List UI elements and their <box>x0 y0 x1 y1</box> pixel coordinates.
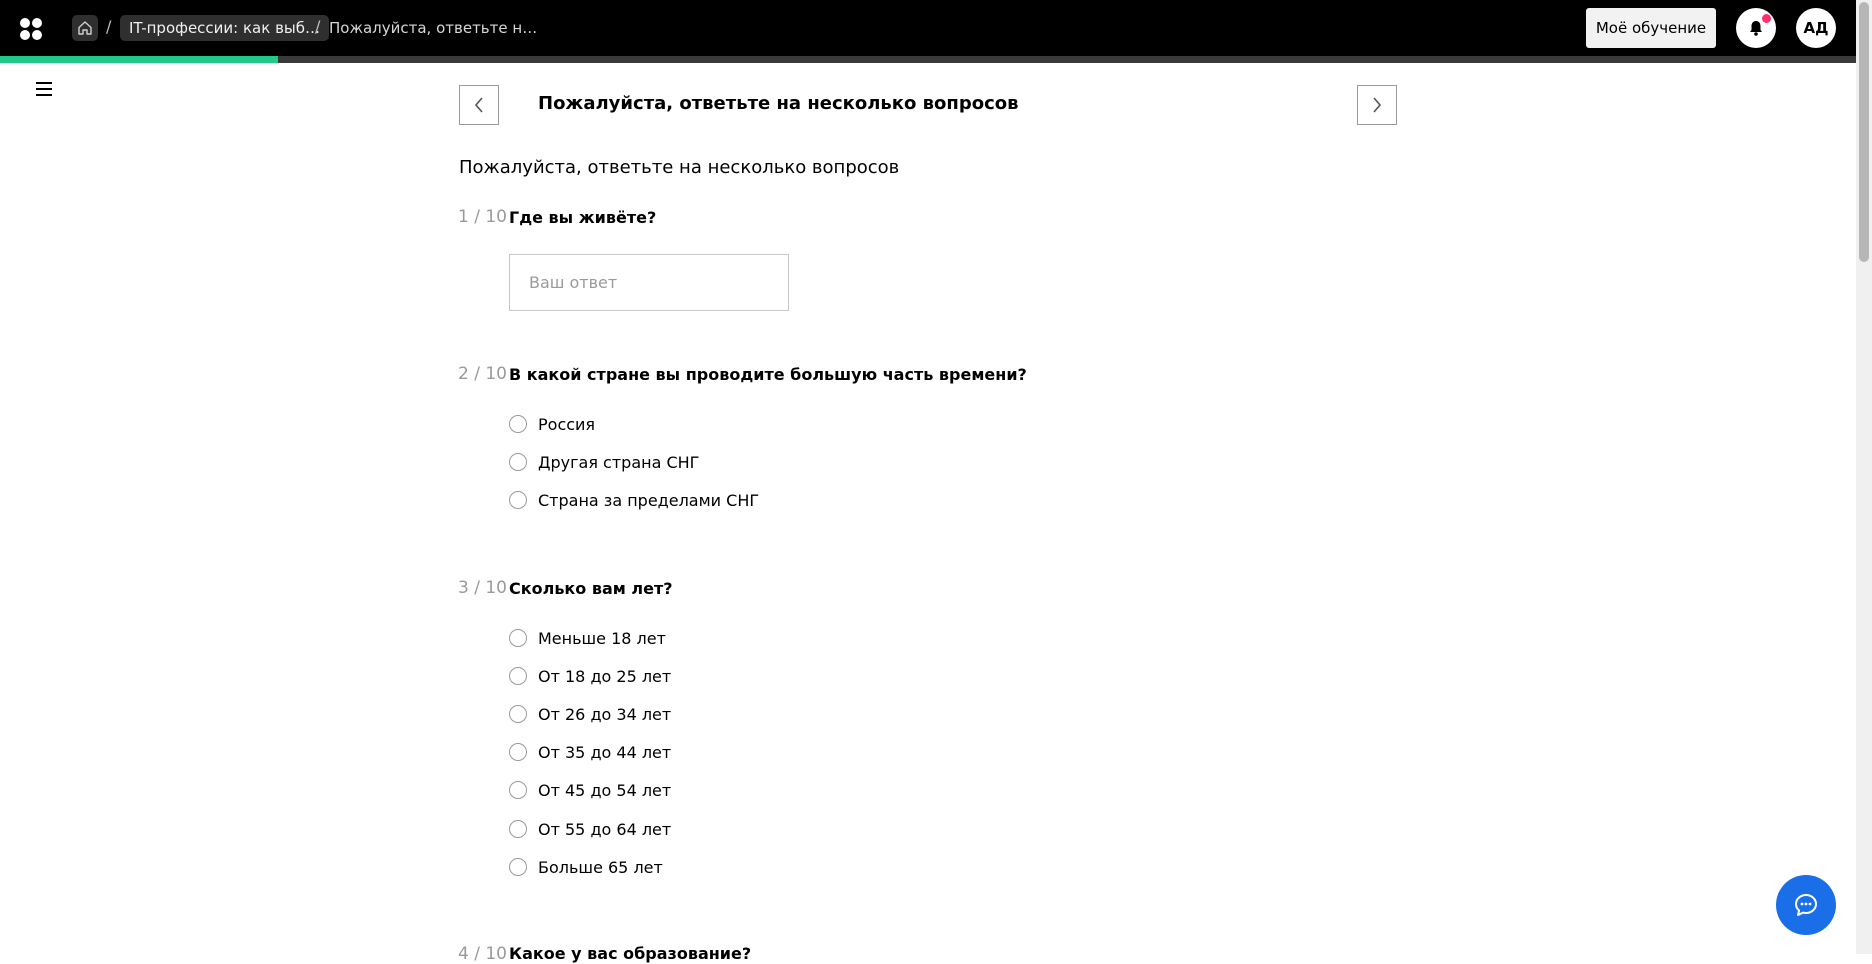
page-scrollbar[interactable] <box>1856 0 1872 954</box>
scrollbar-thumb[interactable] <box>1859 2 1869 262</box>
chat-button[interactable] <box>1776 875 1836 935</box>
radio-button[interactable] <box>509 781 527 799</box>
notifications-button[interactable] <box>1736 8 1776 48</box>
radio-button[interactable] <box>509 705 527 723</box>
breadcrumb-course-link[interactable]: IT-профессии: как выб… <box>120 15 330 41</box>
radio-option[interactable]: От 35 до 44 лет <box>509 742 671 762</box>
radio-button[interactable] <box>509 491 527 509</box>
option-label: Другая страна СНГ <box>538 452 700 472</box>
radio-button[interactable] <box>509 415 527 433</box>
course-progress-bar <box>0 56 1856 63</box>
chevron-right-icon <box>1373 97 1382 113</box>
previous-step-button[interactable] <box>459 85 499 125</box>
radio-button[interactable] <box>509 667 527 685</box>
radio-button[interactable] <box>509 743 527 761</box>
my-learning-button[interactable]: Моё обучение <box>1586 8 1716 48</box>
question-number: 2 / 10 <box>458 364 507 384</box>
breadcrumb-separator: / <box>315 17 321 36</box>
menu-icon[interactable] <box>36 82 52 98</box>
radio-option[interactable]: От 18 до 25 лет <box>509 666 671 686</box>
radio-button[interactable] <box>509 629 527 647</box>
home-icon[interactable] <box>72 15 98 41</box>
chat-icon <box>1795 894 1817 916</box>
bell-icon <box>1750 21 1762 36</box>
page-title: Пожалуйста, ответьте на несколько вопрос… <box>538 93 1019 114</box>
radio-option[interactable]: От 45 до 54 лет <box>509 780 671 800</box>
question-number: 3 / 10 <box>458 578 507 598</box>
radio-button[interactable] <box>509 820 527 838</box>
radio-option[interactable]: Страна за пределами СНГ <box>509 490 759 510</box>
radio-option[interactable]: Другая страна СНГ <box>509 452 699 472</box>
radio-button[interactable] <box>509 858 527 876</box>
radio-option[interactable]: От 55 до 64 лет <box>509 819 671 839</box>
radio-option[interactable]: Больше 65 лет <box>509 857 663 877</box>
option-label: Больше 65 лет <box>538 857 663 877</box>
notification-dot <box>1762 14 1771 23</box>
chevron-left-icon <box>474 97 483 113</box>
question-text: Где вы живёте? <box>509 208 657 227</box>
option-label: От 45 до 54 лет <box>538 780 672 800</box>
option-label: От 55 до 64 лет <box>538 819 672 839</box>
radio-option[interactable]: От 26 до 34 лет <box>509 704 671 724</box>
question-text: Сколько вам лет? <box>509 579 673 598</box>
radio-option[interactable]: Меньше 18 лет <box>509 628 666 648</box>
option-label: От 35 до 44 лет <box>538 742 672 762</box>
radio-button[interactable] <box>509 453 527 471</box>
logo-icon[interactable] <box>20 18 42 40</box>
answer-input[interactable] <box>509 254 789 311</box>
breadcrumb-separator: / <box>106 17 112 36</box>
question-text: В какой стране вы проводите большую част… <box>509 365 1027 384</box>
question-number: 4 / 10 <box>458 944 507 964</box>
option-label: Россия <box>538 414 596 434</box>
avatar[interactable]: АД <box>1796 8 1836 48</box>
option-label: Страна за пределами СНГ <box>538 490 760 510</box>
radio-option[interactable]: Россия <box>509 414 595 434</box>
option-label: От 18 до 25 лет <box>538 666 672 686</box>
survey-subtitle: Пожалуйста, ответьте на несколько вопрос… <box>459 157 900 178</box>
option-label: Меньше 18 лет <box>538 628 666 648</box>
next-step-button[interactable] <box>1357 85 1397 125</box>
course-progress-fill <box>0 56 279 63</box>
top-bar: / IT-профессии: как выб… / Пожалуйста, о… <box>0 0 1856 56</box>
question-number: 1 / 10 <box>458 207 507 227</box>
option-label: От 26 до 34 лет <box>538 704 672 724</box>
breadcrumb-current: Пожалуйста, ответьте н… <box>329 19 538 37</box>
